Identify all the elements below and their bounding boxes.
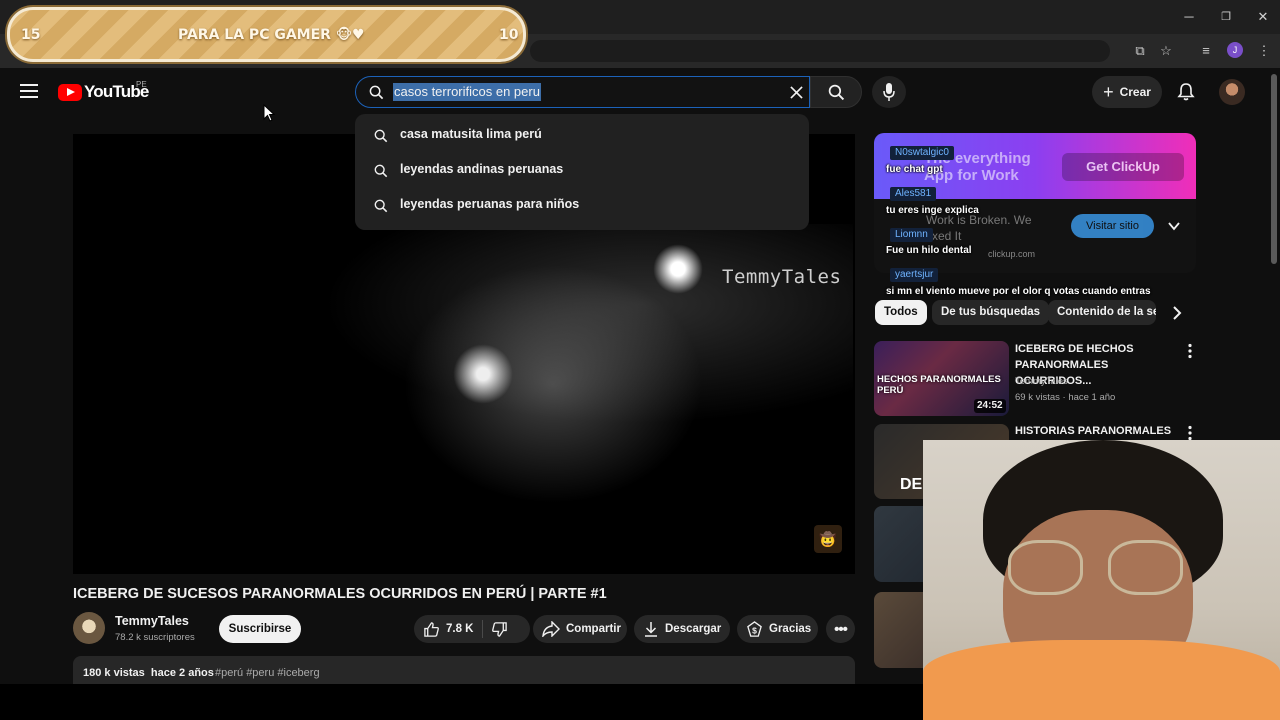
webcam-overlay <box>923 440 1280 720</box>
video-frame-light <box>653 244 703 294</box>
chip-all[interactable]: Todos <box>875 300 927 325</box>
view-count: 180 k vistas hace 2 años <box>83 667 214 679</box>
youtube-play-icon <box>58 83 82 101</box>
ad-body-text: Work is Broken. We fixed It <box>926 213 1032 243</box>
notifications-bell-icon[interactable] <box>1176 82 1196 102</box>
video-frame-light <box>403 264 703 504</box>
video-duration: 24:52 <box>974 399 1006 413</box>
address-bar[interactable] <box>530 40 1110 62</box>
create-label: Crear <box>1119 85 1151 99</box>
close-window-icon[interactable]: ✕ <box>1253 8 1273 26</box>
share-button[interactable]: Compartir <box>533 615 627 643</box>
divider <box>481 620 483 638</box>
visit-site-button[interactable]: Visitar sitio <box>1071 214 1154 238</box>
channel-avatar[interactable] <box>73 612 105 644</box>
create-button[interactable]: + Crear <box>1092 76 1162 108</box>
more-vert-icon[interactable] <box>1186 425 1194 441</box>
suggestion-item[interactable]: leyendas andinas peruanas <box>355 153 809 187</box>
search-icon <box>369 85 384 100</box>
chat-username: Liomnn <box>890 228 933 242</box>
video-title: ICEBERG DE SUCESOS PARANORMALES OCURRIDO… <box>73 586 607 602</box>
chat-message: fue chat gpt <box>886 164 943 175</box>
suggestion-text: leyendas peruanas para niños <box>400 197 580 211</box>
chat-username: yaertsjur <box>890 268 939 282</box>
hashtags[interactable]: #perú #peru #iceberg <box>215 667 320 679</box>
chip-from-searches[interactable]: De tus búsquedas <box>932 300 1050 325</box>
subscribe-button[interactable]: Suscribirse <box>219 615 301 643</box>
download-button[interactable]: Descargar <box>634 615 730 643</box>
channel-watermark-icon[interactable]: 🤠 <box>814 525 842 553</box>
chat-username: N0swtalgic0 <box>890 146 954 160</box>
channel-name[interactable]: TemmyTales <box>115 614 189 628</box>
download-label: Descargar <box>665 623 722 635</box>
chevron-down-icon[interactable] <box>1166 218 1182 234</box>
subscriber-count: 78.2 k suscriptores <box>115 632 195 643</box>
video-watermark: TemmyTales <box>722 266 842 288</box>
restore-icon[interactable]: ❐ <box>1216 8 1236 26</box>
thumbnail-text: DE <box>900 476 923 493</box>
search-button[interactable] <box>810 76 862 108</box>
stream-goal-banner: 15 PARA LA PC GAMER 🐵♥ 10 <box>7 7 526 62</box>
chat-message: Fue un hilo dental <box>886 245 972 256</box>
banner-right-count: 10 <box>499 27 519 43</box>
like-count[interactable]: 7.8 K <box>446 623 474 635</box>
cast-icon[interactable]: ⧉ <box>1130 42 1150 60</box>
banner-title: PARA LA PC GAMER 🐵♥ <box>178 27 365 43</box>
more-actions-icon[interactable]: ••• <box>826 615 855 643</box>
account-avatar[interactable] <box>1219 79 1245 105</box>
svg-text:$: $ <box>752 625 757 635</box>
browser-menu-icon[interactable]: ⋮ <box>1254 42 1274 60</box>
download-icon <box>645 622 657 637</box>
thanks-button[interactable]: $ Gracias <box>737 615 818 643</box>
chip-series-content[interactable]: Contenido de la ser <box>1048 300 1156 325</box>
thanks-label: Gracias <box>769 623 812 635</box>
banner-left-count: 15 <box>21 27 41 43</box>
webcam-shirt <box>923 640 1280 720</box>
recommendation-channel[interactable]: TemmyTales <box>1015 376 1068 387</box>
chat-message: si mn el viento mueve por el olor q vota… <box>886 286 1151 297</box>
page-scrollbar[interactable] <box>1271 74 1277 264</box>
hamburger-menu-icon[interactable] <box>20 84 38 98</box>
search-icon <box>374 164 388 178</box>
share-arrow-icon <box>542 621 560 637</box>
thumbnail-text: HECHOS PARANORMALES PERÚ <box>877 374 1001 396</box>
country-code: PE <box>136 80 147 89</box>
clear-search-icon[interactable] <box>790 86 803 99</box>
suggestion-item[interactable]: leyendas peruanas para niños <box>355 188 809 222</box>
plus-icon: + <box>1103 81 1114 102</box>
ad-domain: clickup.com <box>988 249 1036 259</box>
webcam-glasses-right <box>1108 540 1183 595</box>
microphone-icon <box>883 83 895 101</box>
chat-username: Ales581 <box>890 187 937 201</box>
dislike-thumb-icon[interactable] <box>491 621 508 638</box>
search-icon <box>374 199 388 213</box>
chevron-right-icon[interactable] <box>1168 303 1186 323</box>
bookmark-star-icon[interactable]: ☆ <box>1156 42 1176 60</box>
webcam-glasses-left <box>1008 540 1083 595</box>
more-vert-icon[interactable] <box>1186 343 1194 359</box>
search-query-text: casos terrorificos en peru <box>393 83 541 101</box>
ad-get-button[interactable]: Get ClickUp <box>1062 153 1184 181</box>
video-frame-light <box>453 344 513 404</box>
voice-search-button[interactable] <box>872 76 906 108</box>
search-icon <box>828 84 845 101</box>
like-thumb-icon[interactable] <box>423 621 440 638</box>
recommendation-title[interactable]: HISTORIAS PARANORMALES <box>1015 423 1175 439</box>
suggestion-text: leyendas andinas peruanas <box>400 162 564 176</box>
media-control-icon[interactable]: ≡ <box>1196 42 1216 60</box>
chat-message: tu eres inge explica <box>886 205 979 216</box>
upload-age: hace 2 años <box>150 667 214 679</box>
share-label: Compartir <box>566 623 621 635</box>
search-suggestions: casa matusita lima perú leyendas andinas… <box>355 114 809 230</box>
browser-profile-avatar[interactable]: J <box>1227 42 1243 58</box>
like-dislike-group: 7.8 K <box>414 615 530 643</box>
mouse-cursor-icon <box>263 104 275 122</box>
youtube-logo[interactable]: YouTube <box>58 82 149 101</box>
super-thanks-icon: $ <box>747 620 762 637</box>
minimize-icon[interactable]: ─ <box>1179 8 1199 26</box>
search-icon <box>374 129 388 143</box>
suggestion-text: casa matusita lima perú <box>400 127 542 141</box>
suggestion-item[interactable]: casa matusita lima perú <box>355 118 809 152</box>
recommendation-meta: 69 k vistas · hace 1 año <box>1015 392 1116 403</box>
